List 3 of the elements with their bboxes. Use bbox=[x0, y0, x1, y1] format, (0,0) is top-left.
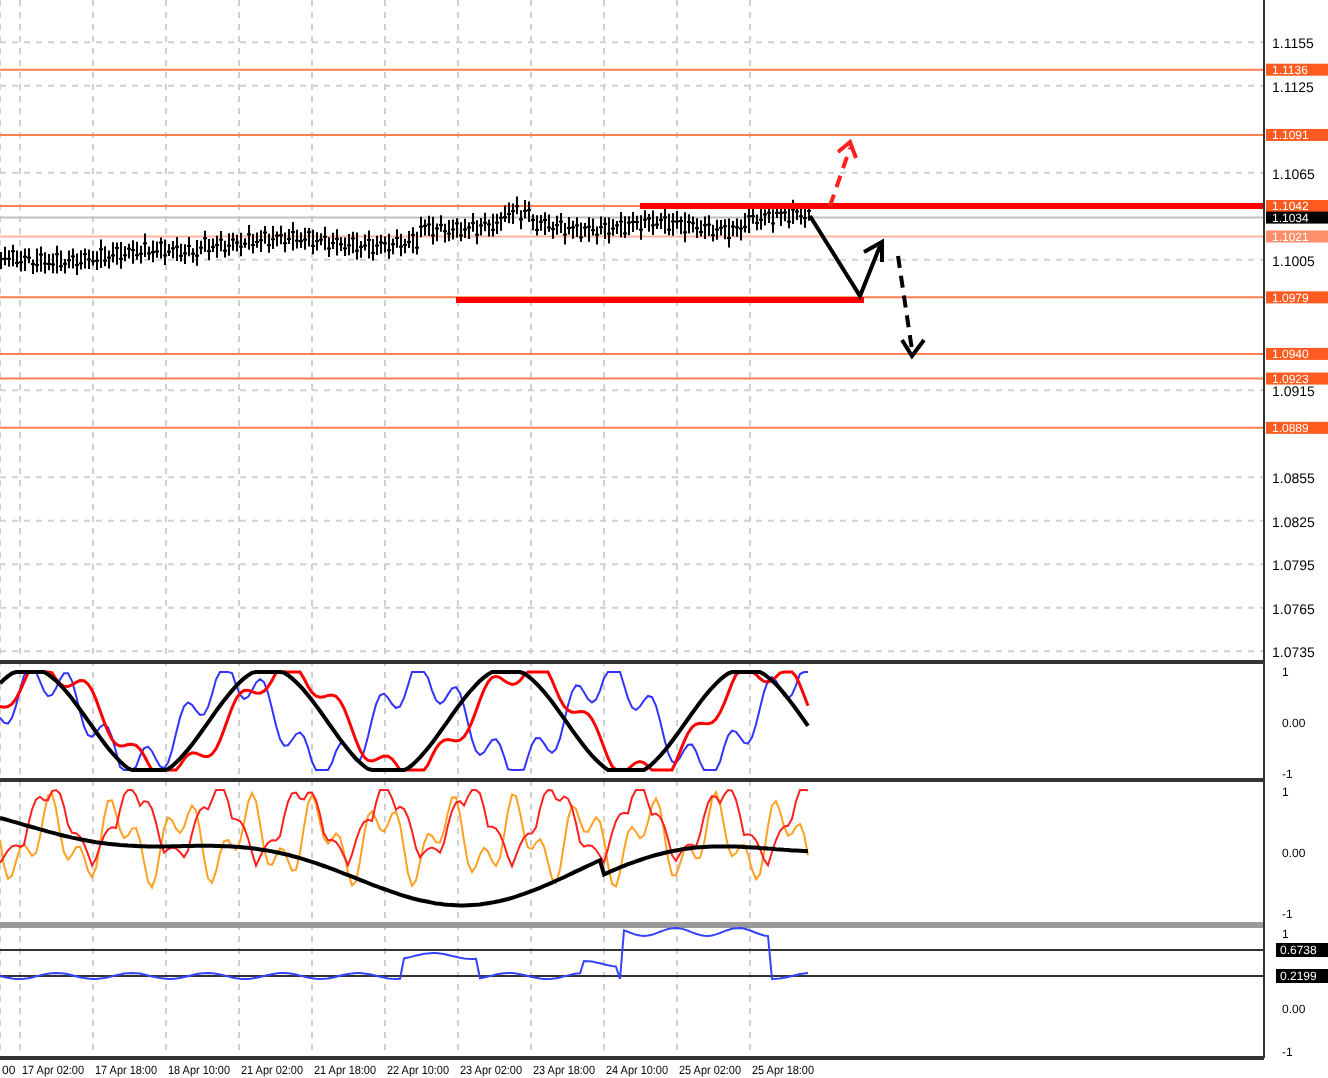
forecast-arrow bbox=[828, 138, 858, 207]
forecast-arrow bbox=[896, 255, 926, 360]
forecast-arrow bbox=[808, 214, 884, 301]
